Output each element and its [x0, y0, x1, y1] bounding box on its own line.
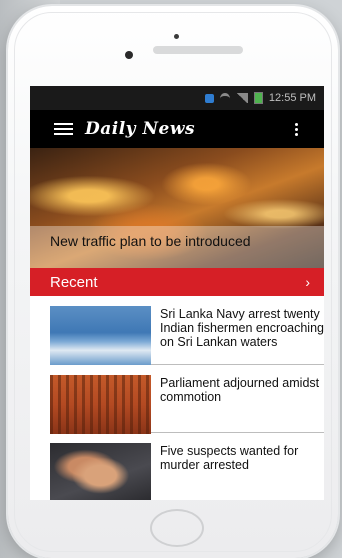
recent-section-header[interactable]: Recent ›	[30, 268, 324, 296]
recent-label: Recent	[50, 273, 98, 291]
proximity-sensor	[125, 51, 133, 59]
more-options-icon[interactable]	[295, 123, 298, 136]
article-title: Sri Lanka Navy arrest twenty Indian fish…	[160, 307, 324, 349]
phone-screen: 12:55 PM Daily News New traffic plan to …	[30, 86, 324, 500]
article-thumbnail	[50, 306, 151, 365]
article-title: Parliament adjourned amidst commotion	[160, 376, 320, 404]
article-list: Sri Lanka Navy arrest twenty Indian fish…	[30, 296, 324, 500]
featured-story-title: New traffic plan to be introduced	[30, 226, 324, 268]
featured-story[interactable]: New traffic plan to be introduced	[30, 148, 324, 268]
app-bar: Daily News	[30, 110, 324, 148]
menu-icon[interactable]	[54, 123, 73, 135]
article-thumbnail	[50, 375, 151, 434]
list-item[interactable]: Sri Lanka Navy arrest twenty Indian fish…	[50, 296, 324, 365]
status-bar: 12:55 PM	[30, 86, 324, 110]
article-thumbnail	[50, 443, 151, 500]
home-button[interactable]	[150, 509, 204, 547]
wifi-icon	[219, 92, 230, 104]
list-item[interactable]: Parliament adjourned amidst commotion	[50, 364, 324, 434]
battery-icon	[253, 92, 263, 104]
status-time: 12:55 PM	[268, 92, 316, 104]
front-camera	[174, 34, 179, 39]
alarm-icon	[204, 93, 214, 103]
app-logo: Daily News	[85, 119, 196, 139]
chevron-right-icon: ›	[305, 274, 310, 290]
earpiece-speaker	[153, 46, 243, 54]
article-title: Five suspects wanted for murder arrested	[160, 444, 299, 472]
list-item[interactable]: Five suspects wanted for murder arrested	[50, 432, 324, 500]
signal-icon	[235, 93, 248, 103]
